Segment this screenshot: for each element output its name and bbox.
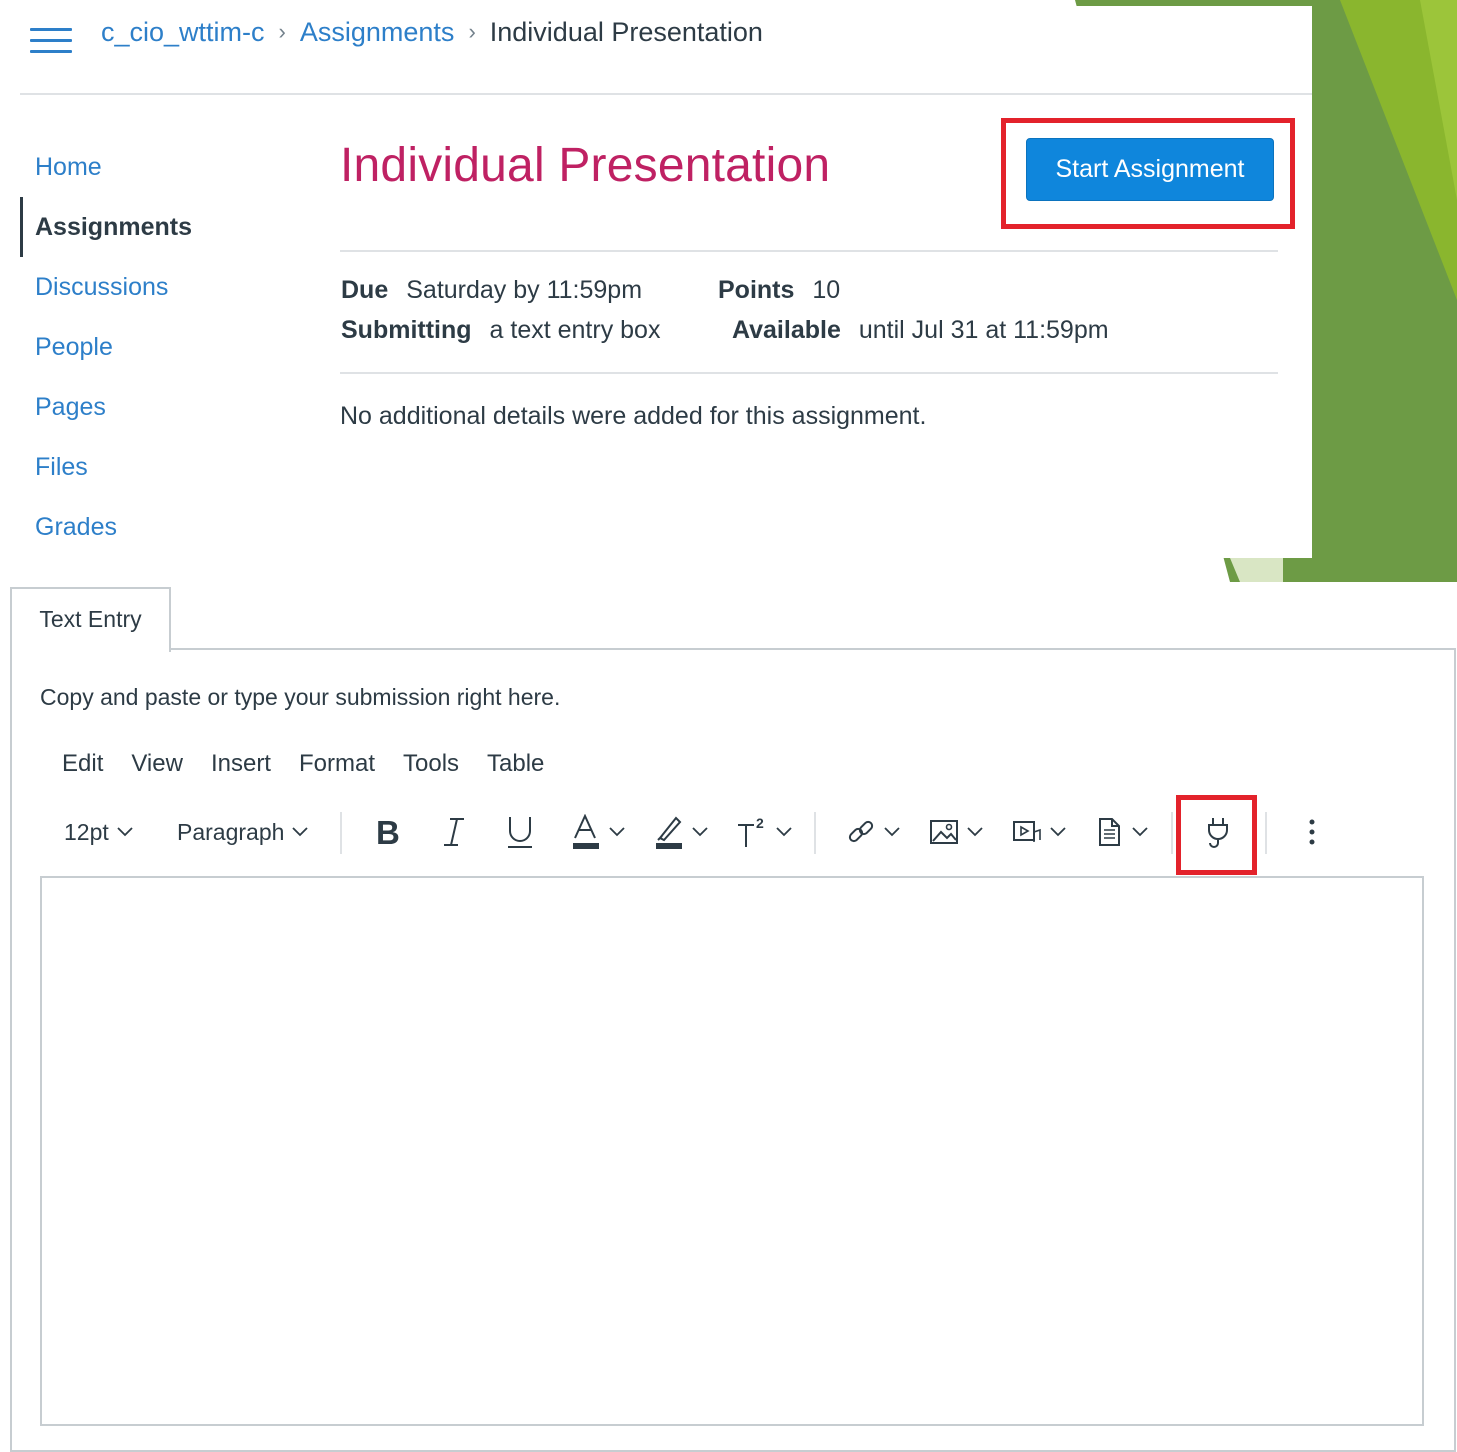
more-options-button[interactable]	[1302, 806, 1322, 858]
image-icon	[930, 820, 958, 844]
editor-menubar: Edit View Insert Format Tools Table	[62, 750, 572, 778]
details-divider-bottom	[340, 372, 1278, 374]
rich-text-editor-area[interactable]	[40, 876, 1424, 1426]
due-value: Saturday by 11:59pm	[406, 276, 643, 304]
italic-button[interactable]	[440, 806, 468, 858]
chevron-down-icon	[609, 827, 625, 837]
toolbar-divider	[814, 812, 816, 854]
more-vertical-icon	[1309, 819, 1315, 845]
toolbar-divider	[340, 812, 342, 854]
assignment-title: Individual Presentation	[340, 139, 831, 192]
nav-item-home[interactable]: Home	[20, 137, 280, 197]
bold-button[interactable]: B	[374, 806, 404, 858]
breadcrumb-course[interactable]: c_cio_wttim-c	[101, 17, 265, 48]
breadcrumb-separator-icon: ›	[468, 19, 476, 44]
document-icon	[1099, 818, 1120, 846]
media-icon	[1013, 821, 1041, 842]
available-detail: Available until Jul 31 at 11:59pm	[732, 316, 1109, 345]
breadcrumb-current: Individual Presentation	[489, 16, 763, 47]
toolbar-divider	[1265, 812, 1267, 854]
nav-item-pages[interactable]: Pages	[20, 377, 280, 437]
menu-edit[interactable]: Edit	[62, 750, 103, 778]
details-divider-top	[340, 250, 1278, 252]
block-format-value: Paragraph	[177, 818, 285, 845]
font-size-value: 12pt	[64, 818, 109, 845]
breadcrumb: c_cio_wttim-c › Assignments › Individual…	[101, 14, 763, 50]
media-button[interactable]	[1012, 806, 1066, 858]
points-label: Points	[718, 276, 795, 304]
underline-button[interactable]	[505, 806, 535, 858]
chevron-down-icon	[292, 827, 309, 837]
chevron-down-icon	[692, 827, 708, 837]
submitting-value: a text entry box	[489, 316, 661, 344]
underline-icon	[508, 817, 532, 848]
course-navigation: Home Assignments Discussions People Page…	[20, 137, 280, 557]
due-detail: Due Saturday by 11:59pm	[341, 276, 642, 305]
breadcrumb-assignments[interactable]: Assignments	[300, 17, 455, 48]
superscript-button[interactable]: 2	[736, 806, 792, 858]
submitting-label: Submitting	[341, 316, 472, 344]
assignment-description: No additional details were added for thi…	[340, 402, 927, 430]
submission-instructions: Copy and paste or type your submission r…	[40, 684, 561, 710]
menu-view[interactable]: View	[131, 750, 183, 778]
chevron-down-icon	[776, 827, 792, 837]
svg-text:2: 2	[756, 815, 764, 831]
nav-item-discussions[interactable]: Discussions	[20, 257, 280, 317]
available-value: until Jul 31 at 11:59pm	[858, 316, 1109, 344]
breadcrumb-separator-icon: ›	[278, 19, 286, 44]
menu-insert[interactable]: Insert	[211, 750, 271, 778]
start-assignment-button[interactable]: Start Assignment	[1026, 138, 1274, 201]
tab-text-entry[interactable]: Text Entry	[10, 587, 171, 652]
points-detail: Points 10	[718, 276, 840, 305]
points-value: 10	[812, 276, 841, 304]
image-button[interactable]	[929, 806, 983, 858]
chevron-down-icon	[967, 827, 983, 837]
chevron-down-icon	[1050, 827, 1066, 837]
text-color-icon	[573, 814, 599, 849]
link-button[interactable]	[846, 806, 900, 858]
link-icon	[848, 820, 874, 843]
highlight-color-button[interactable]	[654, 806, 708, 858]
superscript-icon: 2	[738, 815, 764, 847]
font-size-dropdown[interactable]: 12pt	[64, 806, 133, 858]
chevron-down-icon	[117, 827, 133, 837]
chevron-down-icon	[1132, 827, 1148, 837]
hamburger-menu-icon[interactable]	[30, 26, 72, 58]
available-label: Available	[732, 316, 841, 344]
header-divider	[20, 93, 1312, 95]
due-label: Due	[341, 276, 389, 304]
nav-item-files[interactable]: Files	[20, 437, 280, 497]
toolbar-divider	[1171, 812, 1173, 854]
submitting-detail: Submitting a text entry box	[341, 316, 660, 345]
bold-icon: B	[376, 816, 400, 848]
nav-item-assignments[interactable]: Assignments	[20, 197, 280, 257]
menu-tools[interactable]: Tools	[403, 750, 459, 778]
document-button[interactable]	[1096, 806, 1148, 858]
nav-item-people[interactable]: People	[20, 317, 280, 377]
italic-icon	[444, 818, 464, 846]
text-color-button[interactable]	[571, 806, 625, 858]
highlighter-icon	[656, 816, 682, 849]
svg-text:B: B	[376, 816, 400, 848]
highlight-box-plugin	[1176, 795, 1257, 875]
menu-table[interactable]: Table	[487, 750, 544, 778]
chevron-down-icon	[884, 827, 900, 837]
paragraph-format-dropdown[interactable]: Paragraph	[177, 806, 309, 858]
nav-item-grades[interactable]: Grades	[20, 497, 280, 557]
menu-format[interactable]: Format	[299, 750, 375, 778]
